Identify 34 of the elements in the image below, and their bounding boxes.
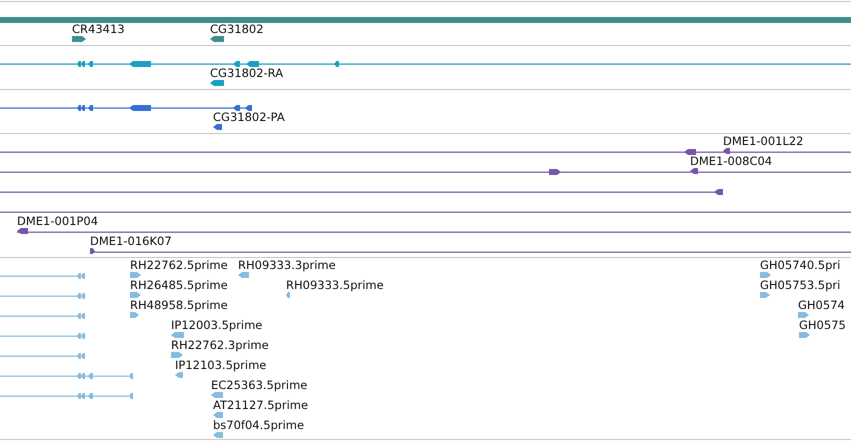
feature-arrow-icon [714, 189, 723, 195]
feature-arrow-icon[interactable] [210, 36, 224, 42]
feature-label: bs70f04.5prime [213, 418, 304, 432]
feature-arrow-icon[interactable] [90, 248, 95, 254]
feature-label: GH0575 [799, 318, 846, 332]
feature-label: GH05753.5pri [760, 278, 840, 292]
feature-arrow-icon[interactable] [723, 148, 730, 154]
feature-label: IP12003.5prime [171, 318, 262, 332]
feature-label: DME1-016K07 [90, 234, 172, 248]
feature-label: RH26485.5prime [130, 278, 228, 292]
feature-label: CG31802-RA [210, 66, 284, 80]
feature-arrow-icon[interactable] [213, 124, 222, 130]
feature-label: RH22762.3prime [171, 338, 269, 352]
feature-label: AT21127.5prime [213, 398, 308, 412]
feature-label: RH48958.5prime [130, 298, 228, 312]
feature-arrow-icon[interactable] [17, 228, 28, 234]
feature-label: DME1-008C04 [690, 154, 772, 168]
feature-label: GH0574 [798, 298, 845, 312]
feature-arrow-icon[interactable] [72, 36, 86, 42]
feature-label: IP12103.5prime [175, 358, 266, 372]
feature-label: RH09333.5prime [286, 278, 384, 292]
feature-arrow-icon [549, 169, 561, 175]
feature-label: EC25363.5prime [211, 378, 308, 392]
feature-label: CR43413 [72, 22, 125, 36]
feature-label: CG31802-PA [213, 110, 285, 124]
feature-arrow-icon[interactable] [210, 80, 224, 86]
feature-arrow-icon [684, 149, 696, 155]
feature-label: GH05740.5pri [760, 258, 840, 272]
feature-label: DME1-001P04 [17, 214, 98, 228]
feature-label: CG31802 [210, 22, 264, 36]
feature-label: RH09333.3prime [238, 258, 336, 272]
feature-label: DME1-001L22 [723, 134, 804, 148]
feature-label: RH22762.5prime [130, 258, 228, 272]
feature-arrow-icon[interactable] [690, 168, 698, 174]
